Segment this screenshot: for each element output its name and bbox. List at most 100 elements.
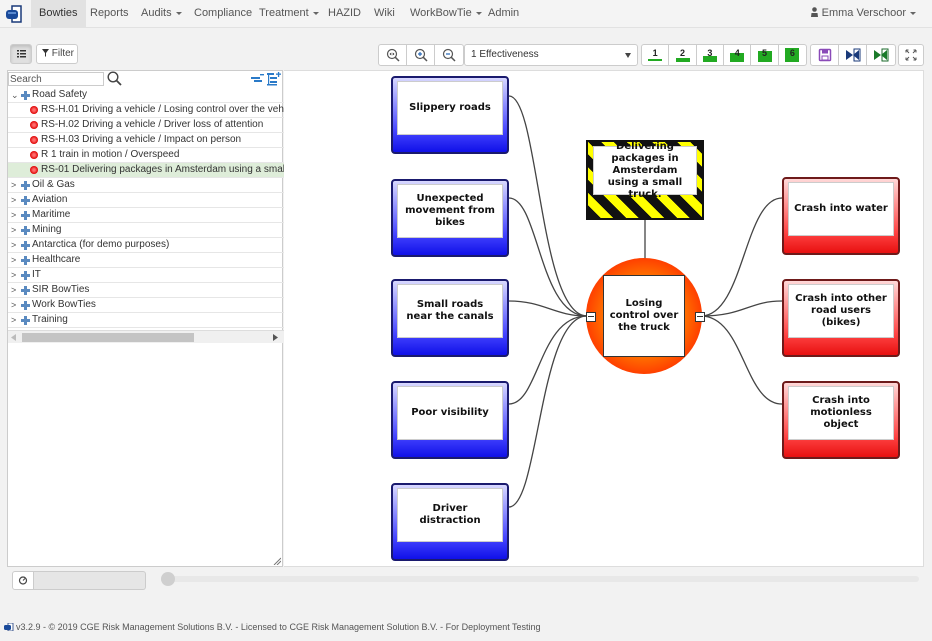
- timeline-field[interactable]: [34, 571, 146, 590]
- nav-admin[interactable]: Admin: [480, 0, 527, 28]
- tree-folder-healthcare[interactable]: > Healthcare: [8, 253, 284, 268]
- timeline-slider-handle[interactable]: [161, 572, 175, 586]
- scroll-right-icon[interactable]: [273, 334, 278, 341]
- nav-wiki[interactable]: Wiki: [366, 0, 403, 28]
- connector-line: [508, 315, 588, 508]
- user-menu[interactable]: Emma Verschoor: [810, 0, 916, 28]
- threat-node[interactable]: Slippery roads: [391, 76, 509, 154]
- tree-folder-maritime[interactable]: > Maritime: [8, 208, 284, 223]
- chevron-right-icon[interactable]: >: [11, 208, 19, 222]
- chevron-right-icon[interactable]: >: [11, 268, 19, 282]
- bowtie-folder-icon: [21, 196, 30, 205]
- chevron-right-icon[interactable]: >: [11, 253, 19, 267]
- expand-all-icon[interactable]: [267, 72, 281, 86]
- nav-audits[interactable]: Audits: [133, 0, 190, 28]
- zoom-fit-button[interactable]: [379, 45, 407, 65]
- chevron-right-icon[interactable]: >: [11, 223, 19, 237]
- timeline-bar: [7, 567, 924, 594]
- collapse-threats-button[interactable]: [586, 312, 596, 322]
- search-input[interactable]: [8, 72, 104, 86]
- hazard-node[interactable]: Delivering packages in Amsterdam using a…: [586, 140, 704, 220]
- search-icon[interactable]: [107, 71, 122, 86]
- tree-folder-sir-bowties[interactable]: > SIR BowTies: [8, 283, 284, 298]
- tree-folder-it[interactable]: > IT: [8, 268, 284, 283]
- consequence-node[interactable]: Crash into water: [782, 177, 900, 255]
- zoom-out-icon: [442, 48, 456, 62]
- zoom-controls: [378, 44, 464, 66]
- tree-item-bowtie[interactable]: RS-H.01 Driving a vehicle / Losing contr…: [8, 103, 284, 118]
- app-logo-icon[interactable]: [4, 4, 24, 24]
- chevron-right-icon[interactable]: >: [11, 283, 19, 297]
- fullscreen-icon: [905, 49, 917, 61]
- connector-line: [508, 197, 588, 317]
- level-3-button[interactable]: 3: [697, 45, 725, 65]
- risk-dot-icon: [30, 106, 38, 114]
- level-4-button[interactable]: 4: [724, 45, 752, 65]
- tree-folder-training[interactable]: > Training: [8, 313, 284, 328]
- save-button[interactable]: [811, 45, 839, 65]
- chevron-right-icon[interactable]: >: [11, 298, 19, 312]
- zoom-in-button[interactable]: [407, 45, 435, 65]
- nav-reports[interactable]: Reports: [82, 0, 137, 28]
- timeline-slider[interactable]: [167, 576, 919, 582]
- scrollbar-thumb[interactable]: [22, 333, 194, 342]
- threat-node[interactable]: Poor visibility: [391, 381, 509, 459]
- fullscreen-button[interactable]: [898, 44, 924, 66]
- filter-button[interactable]: Filter: [36, 44, 78, 64]
- caret-down-icon: [312, 11, 319, 15]
- top-event-node[interactable]: Losing control over the truck: [586, 258, 702, 374]
- chevron-right-icon[interactable]: >: [11, 178, 19, 192]
- nav-bowties[interactable]: Bowties: [31, 0, 86, 28]
- threat-node[interactable]: Driver distraction: [391, 483, 509, 561]
- chevron-right-icon[interactable]: >: [11, 238, 19, 252]
- consequence-node[interactable]: Crash into motionless object: [782, 381, 900, 459]
- risk-dot-icon: [30, 151, 38, 159]
- connector-line: [508, 315, 588, 405]
- level-6-button[interactable]: 6: [779, 45, 806, 65]
- tree-folder-work-bowties[interactable]: > Work BowTies: [8, 298, 284, 313]
- threat-node[interactable]: Unexpected movement from bikes: [391, 179, 509, 257]
- bowtie-folder-icon: [21, 91, 30, 100]
- nav-compliance[interactable]: Compliance: [186, 0, 260, 28]
- chevron-right-icon[interactable]: >: [11, 313, 19, 327]
- nav-hazid[interactable]: HAZID: [320, 0, 369, 28]
- collapse-consequences-button[interactable]: [695, 312, 705, 322]
- nav-treatment[interactable]: Treatment: [251, 0, 327, 28]
- resize-grip-icon[interactable]: [273, 557, 281, 565]
- chevron-right-icon[interactable]: >: [11, 193, 19, 207]
- scroll-left-icon[interactable]: [11, 334, 16, 341]
- zoom-out-button[interactable]: [435, 45, 463, 65]
- export-excel-button[interactable]: [867, 45, 895, 65]
- tree-folder-oil-gas[interactable]: > Oil & Gas: [8, 178, 284, 193]
- export-bowtie-icon: [845, 48, 860, 62]
- horizontal-scrollbar[interactable]: [8, 330, 284, 343]
- risk-dot-icon: [30, 121, 38, 129]
- level-1-button[interactable]: 1: [642, 45, 670, 65]
- tree-item-bowtie[interactable]: RS-H.03 Driving a vehicle / Impact on pe…: [8, 133, 284, 148]
- connector-line: [700, 315, 783, 405]
- tree-folder-antarctica[interactable]: > Antarctica (for demo purposes): [8, 238, 284, 253]
- caret-down-icon: [910, 11, 916, 15]
- level-buttons: 1 2 3 4 5 6: [641, 44, 807, 66]
- threat-node[interactable]: Small roads near the canals: [391, 279, 509, 357]
- tree-folder-mining[interactable]: > Mining: [8, 223, 284, 238]
- save-icon: [818, 48, 831, 62]
- clock-icon: [18, 576, 28, 585]
- bowtie-diagram-canvas[interactable]: Slippery roads Unexpected movement from …: [284, 70, 924, 567]
- nav-workbowtie[interactable]: WorkBowTie: [402, 0, 490, 28]
- tree-folder-road-safety[interactable]: ⌄ Road Safety: [8, 88, 284, 103]
- consequence-node[interactable]: Crash into other road users (bikes): [782, 279, 900, 357]
- tree-item-bowtie-selected[interactable]: RS-01 Delivering packages in Amsterdam u…: [8, 163, 284, 178]
- tree-view-button[interactable]: [10, 44, 32, 64]
- tree-item-bowtie[interactable]: RS-H.02 Driving a vehicle / Driver loss …: [8, 118, 284, 133]
- timeline-button[interactable]: [12, 571, 34, 590]
- chevron-down-icon[interactable]: ⌄: [11, 88, 19, 102]
- connector-line: [700, 300, 783, 317]
- level-2-button[interactable]: 2: [669, 45, 697, 65]
- effectiveness-view-select[interactable]: 1 Effectiveness: [464, 44, 638, 66]
- tree-folder-aviation[interactable]: > Aviation: [8, 193, 284, 208]
- level-5-button[interactable]: 5: [751, 45, 779, 65]
- collapse-all-icon[interactable]: [251, 73, 264, 84]
- tree-item-bowtie[interactable]: R 1 train in motion / Overspeed: [8, 148, 284, 163]
- export-bowtie-button[interactable]: [839, 45, 867, 65]
